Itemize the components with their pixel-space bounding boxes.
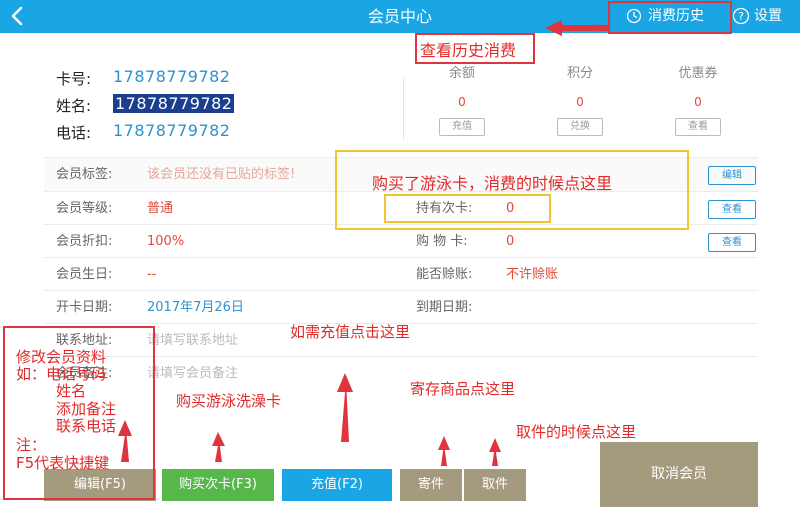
pickup-arrow-head [489, 438, 501, 452]
recharge-arrow-head [337, 373, 353, 392]
buy-card-arrow-head [212, 432, 225, 446]
annotation-arrows [118, 20, 610, 466]
edit-arrow-head [118, 420, 132, 436]
deposit-arrow-head [438, 436, 450, 450]
history-arrow-head [545, 20, 562, 36]
history-arrow-shaft [560, 25, 610, 31]
